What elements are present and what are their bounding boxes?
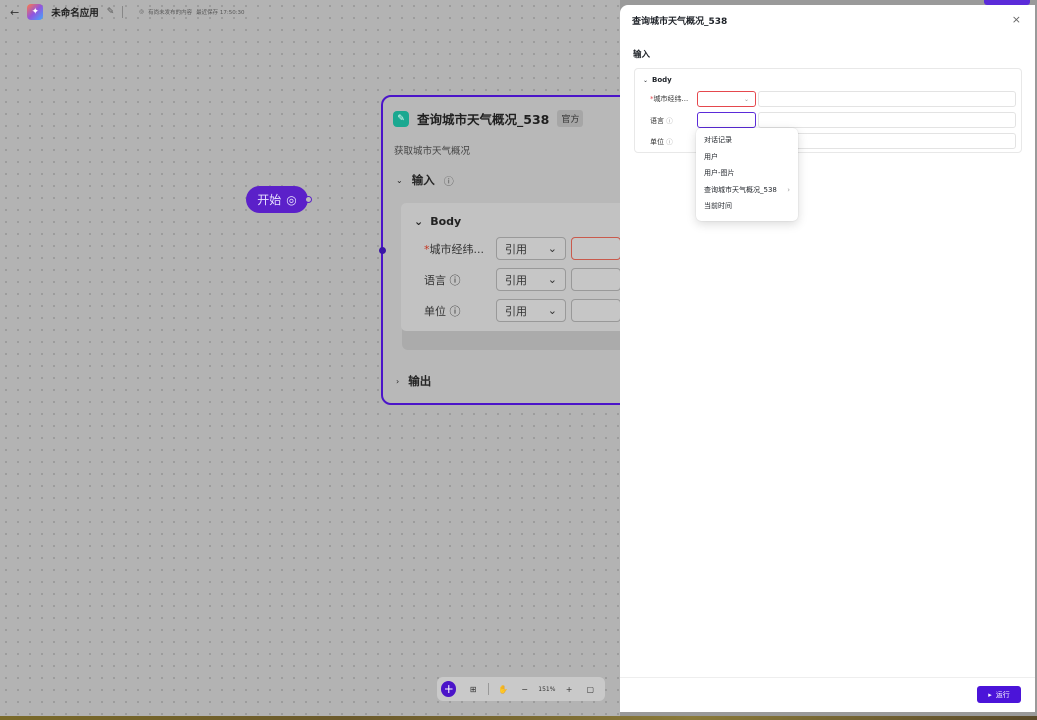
chevron-down-icon: ⌄ — [396, 175, 403, 185]
chevron-right-icon: › — [396, 376, 400, 386]
info-icon: ⓘ — [666, 116, 673, 125]
workflow-canvas[interactable]: ← ✦ 未命名应用 ✎ ◎ 有尚未发布的内容 最近保存 17:50:30 开始 … — [0, 0, 620, 720]
chevron-down-icon: ⌄ — [547, 242, 557, 255]
desktop-strip — [0, 716, 1037, 720]
node-input-section[interactable]: ⌄ 输入 ⓘ — [396, 172, 454, 188]
node-title: 查询城市天气概况_538 — [417, 112, 550, 127]
node-value-input[interactable] — [571, 237, 620, 260]
divider — [620, 677, 1035, 678]
panel-value-input[interactable] — [758, 112, 1016, 128]
panel-param-label: 单位 ⓘ — [650, 137, 673, 146]
node-param-label: 单位 ⓘ — [424, 304, 461, 318]
hand-icon[interactable]: ✋ — [493, 685, 514, 694]
canvas-toolbar: + ⊞ ✋ − 151% + ▢ — [437, 677, 605, 701]
panel-body-title[interactable]: ⌄ Body — [643, 76, 672, 84]
node-param-row: 单位 ⓘ 引用 ⌄ — [424, 299, 620, 322]
node-output-section[interactable]: › 输出 — [396, 373, 431, 389]
unsaved-text: 有尚未发布的内容 — [148, 10, 193, 16]
app-name: 未命名应用 — [51, 8, 99, 19]
divider — [487, 683, 489, 695]
node-header: ✎ 查询城市天气概况_538 官方 — [393, 109, 584, 128]
close-icon[interactable]: × — [1012, 13, 1021, 26]
save-status: ◎ 有尚未发布的内容 最近保存 17:50:30 — [139, 8, 244, 16]
start-node-port[interactable] — [305, 196, 312, 203]
node-input-label: 输入 — [411, 173, 435, 187]
run-button-label: 运行 — [995, 690, 1010, 699]
panel-body-label: Body — [652, 76, 672, 84]
target-icon: ◎ — [286, 192, 297, 207]
dropdown-item[interactable]: 查询城市天气概况_538 › — [696, 182, 798, 199]
app-logo-icon: ✦ — [27, 4, 44, 20]
node-param-row: 语言 ⓘ 引用 ⌄ — [424, 268, 620, 291]
unsaved-dot-icon: ◎ — [139, 9, 145, 15]
zoom-level[interactable]: 151% — [535, 686, 558, 693]
node-type-select[interactable]: 引用 ⌄ — [496, 268, 566, 291]
node-body-title[interactable]: ⌄ Body — [414, 215, 461, 228]
panel-param-label: *城市经纬... — [650, 95, 689, 103]
chevron-down-icon: ⌄ — [643, 76, 649, 84]
panel-value-input[interactable] — [758, 91, 1016, 107]
node-input-port[interactable] — [379, 247, 386, 254]
chevron-right-icon: › — [787, 185, 790, 194]
node-value-input[interactable] — [571, 268, 620, 291]
panel-type-select[interactable] — [697, 112, 756, 128]
edit-icon[interactable]: ✎ — [107, 7, 115, 17]
node-body-label: Body — [430, 215, 462, 228]
panel-body-box: ⌄ Body *城市经纬... ⌄ 语言 ⓘ 单位 ⓘ — [634, 68, 1022, 153]
dropdown-item[interactable]: 对话记录 — [696, 132, 798, 149]
official-badge: 官方 — [557, 110, 584, 127]
start-node[interactable]: 开始 ◎ — [246, 186, 312, 213]
play-icon: ▸ — [988, 690, 992, 699]
node-param-label: 语言 ⓘ — [424, 273, 461, 287]
last-saved-text: 最近保存 17:50:30 — [196, 10, 245, 16]
divider — [122, 6, 124, 18]
chevron-down-icon: ⌄ — [743, 95, 749, 103]
info-icon: ⓘ — [449, 273, 461, 287]
start-node-label: 开始 — [257, 193, 282, 207]
panel-param-label: 语言 ⓘ — [650, 116, 673, 125]
top-bar: ← ✦ 未命名应用 ✎ ◎ 有尚未发布的内容 最近保存 17:50:30 — [0, 0, 620, 24]
node-output-label: 输出 — [408, 374, 432, 388]
dropdown-item[interactable]: 用户 — [696, 149, 798, 166]
chevron-down-icon: ⌄ — [414, 215, 424, 228]
zoom-in-button[interactable]: + — [558, 685, 579, 694]
add-node-button[interactable]: + — [441, 681, 457, 697]
chevron-down-icon: ⌄ — [547, 304, 557, 317]
panel-input-heading: 输入 — [633, 50, 651, 60]
chevron-down-icon: ⌄ — [547, 273, 557, 286]
minimap-icon[interactable]: ⊞ — [462, 685, 483, 694]
dropdown-item[interactable]: 用户-图片 — [696, 165, 798, 182]
node-type-select[interactable]: 引用 ⌄ — [496, 299, 566, 322]
node-description: 获取城市天气概况 — [394, 146, 471, 157]
zoom-out-button[interactable]: − — [514, 685, 535, 694]
variable-dropdown: 对话记录 用户 用户-图片 查询城市天气概况_538 › 当前时间 — [696, 128, 798, 221]
info-icon: ⓘ — [666, 137, 673, 146]
info-icon: ⓘ — [449, 304, 461, 318]
panel-type-select[interactable]: ⌄ — [697, 91, 756, 107]
info-icon: ⓘ — [443, 176, 454, 188]
node-config-panel: 查询城市天气概况_538 × 输入 ⌄ Body *城市经纬... ⌄ 语言 ⓘ… — [620, 5, 1035, 712]
node-param-label: *城市经纬... — [424, 242, 484, 256]
dropdown-item[interactable]: 当前时间 — [696, 198, 798, 215]
panel-param-row: *城市经纬... ⌄ — [650, 91, 1016, 107]
panel-param-row: 语言 ⓘ — [650, 112, 1016, 128]
plugin-icon: ✎ — [393, 110, 409, 127]
node-param-row: *城市经纬... 引用 ⌄ — [424, 237, 620, 260]
node-value-input[interactable] — [571, 299, 620, 322]
fit-view-icon[interactable]: ▢ — [580, 685, 601, 694]
panel-title: 查询城市天气概况_538 — [632, 17, 728, 27]
node-type-select[interactable]: 引用 ⌄ — [496, 237, 566, 260]
run-button[interactable]: ▸ 运行 — [977, 686, 1021, 703]
back-arrow-icon[interactable]: ← — [10, 6, 19, 19]
